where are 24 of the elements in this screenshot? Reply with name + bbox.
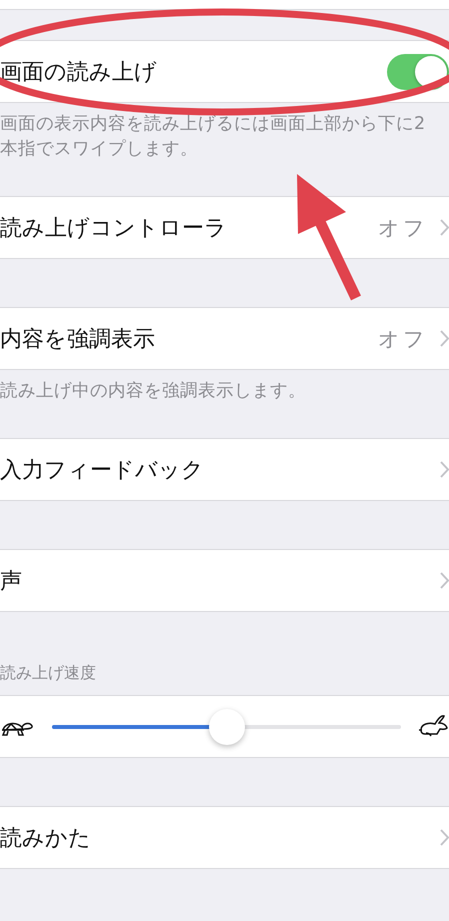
toggle-switch[interactable] (387, 54, 449, 90)
chevron-icon (440, 829, 449, 846)
section-footer: 画面の表示内容を読み上げるには画面上部から下に2本指でスワイプします。 (0, 103, 432, 162)
row-label: 読みかた (0, 824, 92, 852)
chevron-icon (440, 461, 449, 478)
row-value: オフ (378, 326, 428, 352)
row-label: 画面の読み上げ (0, 58, 158, 86)
row-label: 入力フィードバック (0, 456, 205, 484)
section-footer: 読み上げ中の内容を強調表示します。 (0, 370, 432, 404)
settings-row[interactable]: 入力フィードバック (0, 438, 449, 501)
slider-track[interactable] (52, 708, 401, 744)
row-value: オフ (378, 214, 428, 242)
row-label: 読み上げコントローラ (0, 214, 228, 242)
settings-row[interactable]: 内容を強調表示 オフ (0, 307, 449, 370)
chevron-icon (440, 572, 449, 589)
section-header: 読み上げ速度 (0, 662, 97, 684)
row-label: 内容を強調表示 (0, 326, 156, 354)
chevron-icon (440, 219, 449, 236)
chevron-icon (440, 330, 449, 347)
settings-row[interactable]: 読みかた (0, 806, 449, 869)
settings-row[interactable]: 声 (0, 549, 449, 612)
slider-thumb[interactable] (208, 708, 244, 744)
row-label: 声 (0, 568, 23, 596)
settings-row[interactable]: 読み上げコントローラ オフ (0, 196, 449, 259)
